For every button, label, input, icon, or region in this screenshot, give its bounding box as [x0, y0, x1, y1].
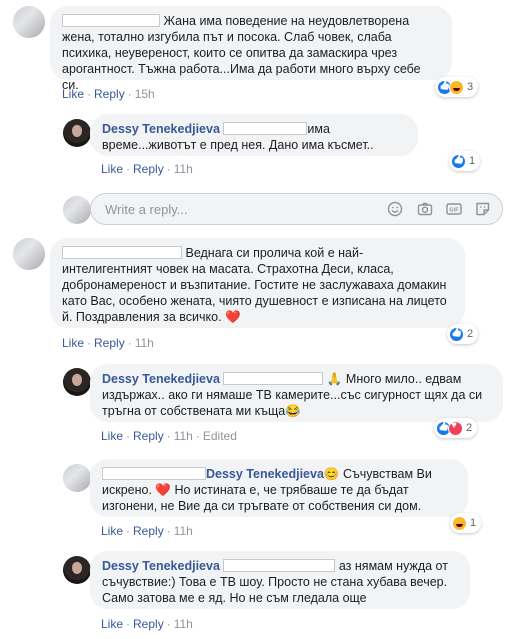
redacted-name: [102, 467, 206, 480]
reaction-summary[interactable]: 1: [450, 513, 482, 533]
reply-box[interactable]: GIF: [90, 193, 503, 225]
like-link[interactable]: Like: [101, 524, 123, 538]
redacted-name: [62, 14, 160, 27]
like-reaction-icon: [449, 326, 464, 342]
reaction-summary[interactable]: 2: [434, 418, 478, 438]
svg-text:GIF: GIF: [449, 208, 459, 214]
love-reaction-icon: [448, 420, 463, 436]
like-reaction-icon: [451, 153, 466, 169]
avatar[interactable]: [63, 368, 91, 396]
avatar[interactable]: [63, 556, 91, 584]
avatar[interactable]: [63, 119, 91, 147]
reply-link[interactable]: Reply: [133, 617, 164, 631]
reaction-count: 1: [469, 155, 476, 167]
reaction-count: 2: [467, 328, 474, 340]
like-link[interactable]: Like: [101, 162, 123, 176]
comment-author[interactable]: Dessy Tenekedjieva: [102, 122, 220, 136]
redacted-name: [62, 246, 182, 259]
timestamp[interactable]: 15h: [135, 87, 155, 101]
reply-input[interactable]: [103, 201, 367, 218]
timestamp[interactable]: 11h: [174, 524, 193, 538]
avatar[interactable]: [13, 6, 45, 38]
redacted-name: [223, 559, 336, 572]
redacted-name: [223, 372, 324, 385]
like-link[interactable]: Like: [101, 429, 123, 443]
reply-link[interactable]: Reply: [133, 429, 164, 443]
comment-author[interactable]: Dessy Tenekedjieva: [102, 559, 220, 573]
timestamp[interactable]: 11h: [174, 429, 193, 443]
comment-bubble: Dessy Tenekedjieva 🙏 Много мило.. едвам …: [90, 364, 503, 422]
reply-link[interactable]: Reply: [94, 336, 125, 350]
sticker-icon[interactable]: [475, 201, 491, 217]
reaction-summary[interactable]: 1: [449, 151, 481, 171]
like-link[interactable]: Like: [62, 87, 84, 101]
comment-actions: Like · Reply · 11h · Edited: [101, 429, 237, 443]
haha-reaction-icon: [449, 79, 464, 95]
redacted-name: [223, 122, 308, 135]
reaction-summary[interactable]: 2: [447, 324, 479, 344]
camera-icon[interactable]: [417, 201, 433, 217]
mention-link[interactable]: Dessy Tenekedjieva: [206, 467, 324, 481]
reply-link[interactable]: Reply: [133, 162, 164, 176]
comment-bubble: Dessy Tenekedjieva има време...животът е…: [90, 114, 418, 156]
comment-bubble: Dessy Tenekedjieva😊 Съчувствам Ви искрен…: [90, 459, 468, 517]
comment-actions: Like · Reply · 11h: [101, 162, 193, 176]
reaction-count: 1: [470, 517, 477, 529]
reaction-summary[interactable]: 3: [435, 77, 479, 97]
like-link[interactable]: Like: [62, 336, 84, 350]
comment-actions: Like · Reply · 11h: [62, 336, 154, 350]
comment-bubble: Веднага си пролича кой е най-интелигентн…: [50, 238, 465, 328]
comment-bubble: Жана има поведение на неудовлетворена же…: [50, 6, 452, 92]
avatar: [63, 196, 91, 224]
comment-actions: Like · Reply · 11h: [101, 617, 193, 631]
like-link[interactable]: Like: [101, 617, 123, 631]
comment-actions: Like · Reply · 11h: [101, 524, 193, 538]
comment-bubble: Dessy Tenekedjieva аз нямам нужда от съч…: [90, 551, 470, 609]
reply-link[interactable]: Reply: [94, 87, 125, 101]
timestamp[interactable]: 11h: [135, 336, 154, 350]
reaction-count: 3: [467, 81, 474, 93]
comment-author[interactable]: Dessy Tenekedjieva: [102, 372, 220, 386]
reaction-count: 2: [466, 422, 473, 434]
emoji-icon[interactable]: [387, 201, 403, 217]
reply-link[interactable]: Reply: [133, 524, 164, 538]
edited-label[interactable]: Edited: [203, 429, 237, 443]
timestamp[interactable]: 11h: [174, 617, 193, 631]
comment-actions: Like · Reply · 15h: [62, 87, 155, 101]
gif-icon[interactable]: GIF: [446, 201, 462, 217]
haha-reaction-icon: [452, 515, 467, 531]
timestamp[interactable]: 11h: [174, 162, 193, 176]
avatar[interactable]: [63, 464, 91, 492]
avatar[interactable]: [13, 238, 45, 270]
